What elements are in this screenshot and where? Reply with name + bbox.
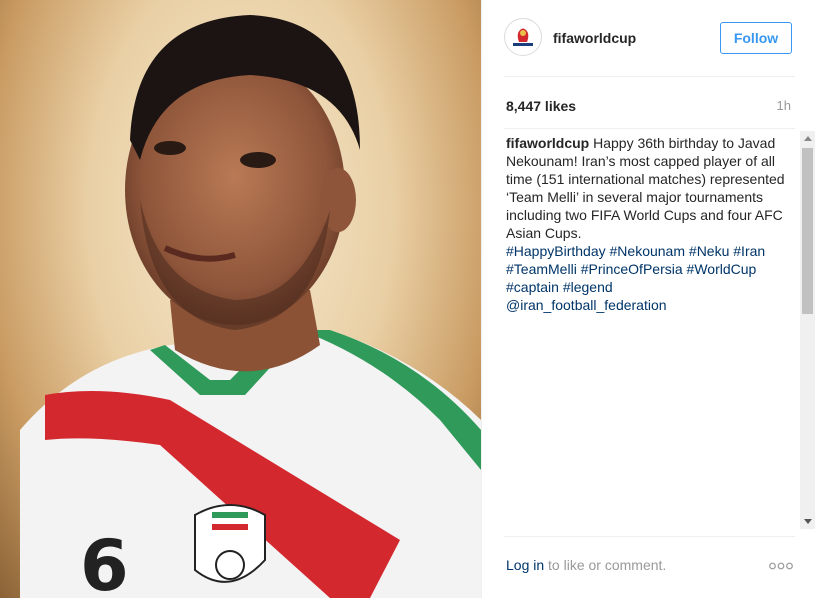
follow-button[interactable]: Follow <box>720 22 792 54</box>
chevron-up-icon <box>803 136 812 141</box>
hashtag[interactable]: #legend <box>563 279 613 295</box>
avatar[interactable] <box>504 18 542 56</box>
comments-area[interactable]: fifaworldcup Happy 36th birthday to Java… <box>504 130 796 530</box>
login-link[interactable]: Log in <box>506 557 544 573</box>
login-suffix: to like or comment. <box>544 557 667 573</box>
fifa-world-cup-logo-icon <box>513 28 533 46</box>
player-portrait: 6 <box>20 15 481 598</box>
hashtag[interactable]: #Nekounam <box>610 243 686 259</box>
post-time[interactable]: 1h <box>777 98 791 113</box>
divider <box>504 76 795 77</box>
scroll-down-button[interactable] <box>800 514 815 529</box>
caption: fifaworldcup Happy 36th birthday to Java… <box>504 130 796 314</box>
more-options-icon[interactable] <box>769 562 793 570</box>
caption-username[interactable]: fifaworldcup <box>506 135 589 151</box>
scroll-up-button[interactable] <box>800 131 815 146</box>
hashtag[interactable]: #Iran <box>733 243 765 259</box>
hashtag[interactable]: #WorldCup <box>687 261 757 277</box>
hashtag[interactable]: #HappyBirthday <box>506 243 606 259</box>
jersey-number: 6 <box>80 525 129 598</box>
post-header: fifaworldcup Follow <box>482 0 817 76</box>
hashtag[interactable]: #TeamMelli <box>506 261 577 277</box>
divider <box>504 128 795 129</box>
likes-count[interactable]: 8,447 likes <box>506 98 576 114</box>
mention[interactable]: @iran_football_federation <box>506 297 667 313</box>
hashtag[interactable]: #PrinceOfPersia <box>581 261 683 277</box>
post-details-panel: fifaworldcup Follow 8,447 likes 1h fifaw… <box>481 0 817 598</box>
chevron-down-icon <box>803 519 812 524</box>
login-prompt: Log in to like or comment. <box>506 557 666 573</box>
post-username[interactable]: fifaworldcup <box>553 30 636 46</box>
fade-mask <box>504 330 796 530</box>
scrollbar-thumb[interactable] <box>802 148 813 314</box>
scrollbar[interactable] <box>800 131 815 529</box>
post-photo[interactable]: 6 <box>0 0 481 598</box>
hashtag[interactable]: #captain <box>506 279 559 295</box>
divider <box>504 536 795 537</box>
hashtag[interactable]: #Neku <box>689 243 729 259</box>
